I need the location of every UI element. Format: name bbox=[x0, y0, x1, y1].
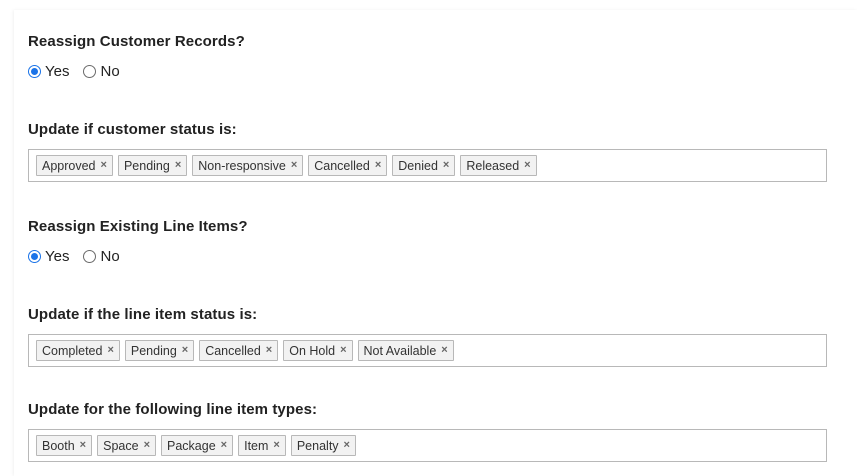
reassign-customers-heading: Reassign Customer Records? bbox=[28, 33, 245, 50]
line-item-type-tag: Booth × bbox=[36, 435, 93, 456]
line-item-types-heading: Update for the following line item types… bbox=[28, 401, 318, 418]
line-item-status-multiselect[interactable]: Completed × Pending × Cancelled × On Hold × … bbox=[28, 334, 827, 367]
radio-label: No bbox=[100, 63, 120, 80]
tag-label: Item bbox=[244, 438, 269, 453]
remove-tag-icon[interactable]: × bbox=[340, 345, 346, 356]
radio-unchecked-icon[interactable] bbox=[83, 250, 97, 263]
reassign-customers-no-option[interactable]: No bbox=[83, 63, 120, 80]
remove-tag-icon[interactable]: × bbox=[273, 440, 279, 451]
tag-label: Not Available bbox=[363, 343, 437, 358]
radio-label: Yes bbox=[45, 248, 70, 265]
tag-label: Denied bbox=[398, 158, 438, 173]
remove-tag-icon[interactable]: × bbox=[441, 345, 447, 356]
radio-label: No bbox=[100, 248, 120, 265]
line-item-type-tag: Item × bbox=[238, 435, 286, 456]
reassign-line-items-no-option[interactable]: No bbox=[83, 248, 120, 265]
line-item-type-tag: Space × bbox=[97, 435, 156, 456]
radio-label: Yes bbox=[45, 63, 70, 80]
reassign-line-items-heading: Reassign Existing Line Items? bbox=[28, 218, 248, 235]
tag-label: Pending bbox=[123, 158, 170, 173]
remove-tag-icon[interactable]: × bbox=[344, 440, 350, 451]
line-item-status-tag: Cancelled × bbox=[199, 340, 279, 361]
tag-label: Non-responsive bbox=[198, 158, 286, 173]
line-item-types-multiselect[interactable]: Booth × Space × Package × Item × Penalty × bbox=[28, 429, 827, 462]
tag-label: Booth bbox=[42, 438, 75, 453]
reassign-customers-yes-option[interactable]: Yes bbox=[28, 63, 69, 80]
line-item-status-tag: Not Available × bbox=[357, 340, 454, 361]
line-item-type-tag: Penalty × bbox=[290, 435, 356, 456]
tag-label: On Hold bbox=[289, 343, 336, 358]
remove-tag-icon[interactable]: × bbox=[107, 345, 113, 356]
remove-tag-icon[interactable]: × bbox=[443, 160, 449, 171]
remove-tag-icon[interactable]: × bbox=[80, 440, 86, 451]
customer-status-multiselect[interactable]: Approved × Pending × Non-responsive × Cance… bbox=[28, 149, 827, 182]
tag-label: Completed bbox=[42, 343, 103, 358]
tag-label: Cancelled bbox=[314, 158, 370, 173]
radio-checked-icon[interactable] bbox=[28, 65, 41, 78]
customer-status-tag: Cancelled × bbox=[308, 155, 388, 176]
reassign-line-items-radio-group: Yes No bbox=[28, 248, 134, 265]
tag-label: Released bbox=[466, 158, 520, 173]
remove-tag-icon[interactable]: × bbox=[175, 160, 181, 171]
reassign-customers-radio-group: Yes No bbox=[28, 63, 134, 80]
customer-status-tag: Pending × bbox=[117, 155, 188, 176]
radio-checked-icon[interactable] bbox=[28, 250, 41, 263]
tag-label: Approved bbox=[42, 158, 96, 173]
customer-status-tag: Denied × bbox=[392, 155, 456, 176]
line-item-status-heading: Update if the line item status is: bbox=[28, 306, 258, 323]
tag-label: Package bbox=[167, 438, 216, 453]
radio-unchecked-icon[interactable] bbox=[83, 65, 97, 78]
tag-label: Space bbox=[103, 438, 139, 453]
line-item-status-tag: Completed × bbox=[36, 340, 120, 361]
remove-tag-icon[interactable]: × bbox=[524, 160, 530, 171]
remove-tag-icon[interactable]: × bbox=[182, 345, 188, 356]
remove-tag-icon[interactable]: × bbox=[266, 345, 272, 356]
remove-tag-icon[interactable]: × bbox=[291, 160, 297, 171]
customer-status-heading: Update if customer status is: bbox=[28, 121, 237, 138]
tag-label: Penalty bbox=[296, 438, 339, 453]
customer-status-tag: Released × bbox=[460, 155, 537, 176]
line-item-status-tag: Pending × bbox=[124, 340, 195, 361]
tag-label: Cancelled bbox=[205, 343, 261, 358]
customer-status-tag: Non-responsive × bbox=[192, 155, 304, 176]
remove-tag-icon[interactable]: × bbox=[221, 440, 227, 451]
customer-status-tag: Approved × bbox=[36, 155, 113, 176]
reassign-line-items-yes-option[interactable]: Yes bbox=[28, 248, 69, 265]
remove-tag-icon[interactable]: × bbox=[375, 160, 381, 171]
reassignment-settings-panel: Reassign Customer Records? Yes No Update… bbox=[14, 10, 857, 476]
line-item-type-tag: Package × bbox=[161, 435, 234, 456]
remove-tag-icon[interactable]: × bbox=[101, 160, 107, 171]
tag-label: Pending bbox=[130, 343, 177, 358]
remove-tag-icon[interactable]: × bbox=[144, 440, 150, 451]
line-item-status-tag: On Hold × bbox=[283, 340, 353, 361]
